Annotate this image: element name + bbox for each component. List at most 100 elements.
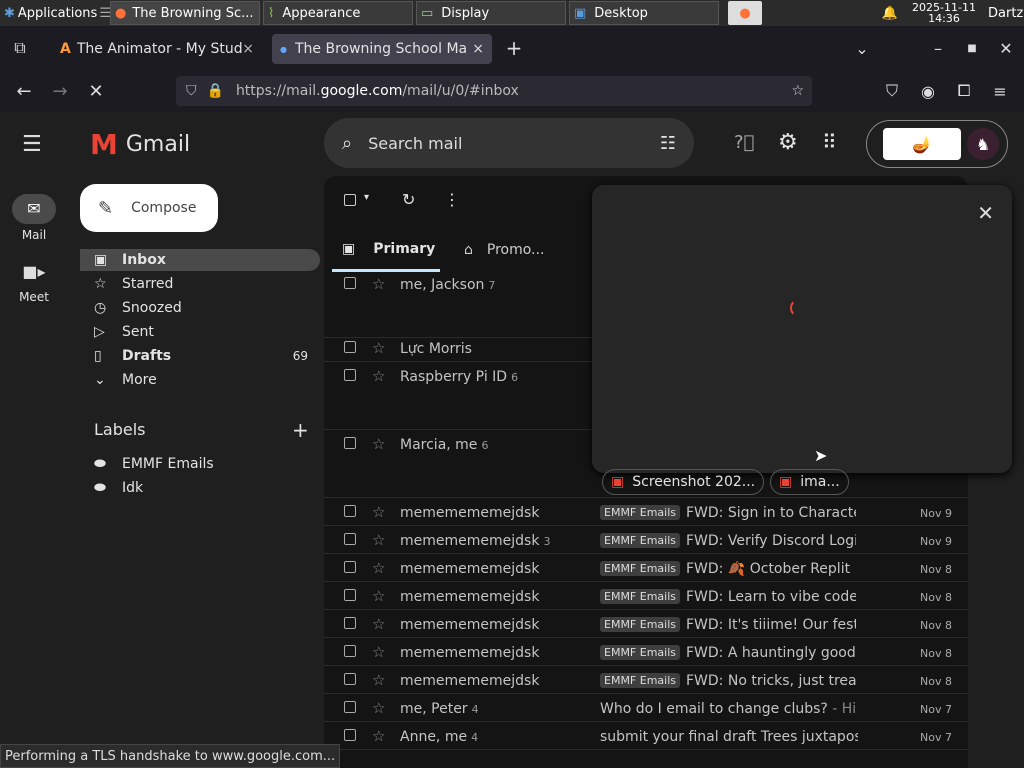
search-options-icon[interactable]: ☷ <box>660 133 676 154</box>
table-row[interactable]: ☆ mememememejdsk EMMF Emails FWD: 🍂 October… <box>324 554 968 582</box>
forward-icon[interactable]: → <box>46 77 74 105</box>
menu-icon[interactable]: ≡ <box>986 77 1014 105</box>
task-desktop[interactable]: ▣ Desktop <box>569 1 719 25</box>
select-all-checkbox[interactable] <box>344 194 356 206</box>
task-appearance[interactable]: ⌇ Appearance <box>263 1 413 25</box>
attachment-chip-screenshot[interactable]: ▣ Screenshot 202... <box>602 469 765 495</box>
row-checkbox[interactable] <box>344 673 356 685</box>
rail-mail[interactable]: ✉ Mail <box>12 194 56 242</box>
minimize-icon[interactable]: – <box>924 34 952 62</box>
settings-gear-icon[interactable]: ⚙ <box>778 130 798 155</box>
table-row[interactable]: ☆ mememememejdsk 3 EMMF Emails FWD: Verify D… <box>324 526 968 554</box>
task-browning[interactable]: ● The Browning Sc... <box>110 1 260 25</box>
nav-snoozed[interactable]: ◷ Snoozed <box>80 297 320 319</box>
table-row[interactable]: ☆ mememememejdsk EMMF Emails FWD: Learn to … <box>324 582 968 610</box>
close-tab-icon[interactable]: × <box>472 41 484 57</box>
label-badge[interactable]: EMMF Emails <box>600 645 681 660</box>
refresh-icon[interactable]: ↻ <box>402 190 415 209</box>
label-badge[interactable]: EMMF Emails <box>600 561 681 576</box>
add-label-icon[interactable]: + <box>292 418 309 442</box>
table-row[interactable]: ☆ mememememejdsk EMMF Emails FWD: Sign in t… <box>324 498 968 526</box>
label-emmf[interactable]: ⬬ EMMF Emails <box>80 453 320 475</box>
star-icon[interactable]: ☆ <box>372 643 385 661</box>
attachment-chip-image[interactable]: ▣ ima... <box>770 469 849 495</box>
hamburger-menu-icon[interactable]: ☰ <box>22 132 42 157</box>
table-row[interactable]: ☆ me, Peter 4 Who do I email to change club… <box>324 694 968 722</box>
tab-primary[interactable]: ▣ Primary <box>332 228 440 272</box>
close-tab-icon[interactable]: × <box>242 41 254 57</box>
tab-promotions[interactable]: ⌂ Promo... <box>464 228 544 272</box>
row-checkbox[interactable] <box>344 729 356 741</box>
table-row[interactable]: ☆ mememememejdsk EMMF Emails FWD: No tricks… <box>324 666 968 694</box>
star-icon[interactable]: ☆ <box>372 615 385 633</box>
label-badge[interactable]: EMMF Emails <box>600 505 681 520</box>
nav-sent[interactable]: ▷ Sent <box>80 321 320 343</box>
nav-inbox[interactable]: ▣ Inbox <box>80 249 320 271</box>
label-badge[interactable]: EMMF Emails <box>600 533 681 548</box>
label-badge[interactable]: EMMF Emails <box>600 589 681 604</box>
tab-overflow-chevron-icon[interactable]: ⌄ <box>848 34 876 62</box>
row-checkbox[interactable] <box>344 561 356 573</box>
row-checkbox[interactable] <box>344 617 356 629</box>
label-badge[interactable]: EMMF Emails <box>600 673 681 688</box>
tab-list-icon[interactable]: ⧉ <box>6 34 34 62</box>
user-name[interactable]: Dartz <box>984 1 1024 25</box>
compose-button[interactable]: ✎ Compose <box>80 184 218 232</box>
close-icon[interactable]: ✕ <box>977 201 994 225</box>
applications-menu[interactable]: ✱ Applications ☰ <box>0 1 110 25</box>
extensions-icon[interactable]: ⧠ <box>950 77 978 105</box>
star-icon[interactable]: ☆ <box>372 671 385 689</box>
row-checkbox[interactable] <box>344 341 356 353</box>
clock[interactable]: 2025-11-11 14:36 <box>904 2 984 24</box>
maximize-icon[interactable]: ■ <box>958 34 986 62</box>
notification-bell-icon[interactable]: 🔔 <box>876 1 904 25</box>
table-row[interactable]: ☆ mememememejdsk EMMF Emails FWD: A hauntin… <box>324 638 968 666</box>
table-row[interactable]: ☆ Anne, me 4 submit your final draft Trees … <box>324 722 968 750</box>
nav-starred[interactable]: ☆ Starred <box>80 273 320 295</box>
close-window-icon[interactable]: ✕ <box>992 34 1020 62</box>
table-row[interactable]: ☆ mememememejdsk EMMF Emails FWD: It's tiii… <box>324 610 968 638</box>
rail-meet[interactable]: ■▸ Meet <box>12 262 56 304</box>
select-dropdown-icon[interactable]: ▾ <box>364 192 369 203</box>
star-icon[interactable]: ☆ <box>372 275 385 293</box>
row-checkbox[interactable] <box>344 369 356 381</box>
label-idk[interactable]: ⬬ Idk <box>80 477 320 499</box>
nav-more[interactable]: ⌄ More <box>80 369 320 391</box>
star-icon[interactable]: ☆ <box>372 587 385 605</box>
star-icon[interactable]: ☆ <box>372 503 385 521</box>
more-vert-icon[interactable]: ⋮ <box>444 190 460 209</box>
url-bar[interactable]: ⛉ 🔒 https://mail.google.com/mail/u/0/#in… <box>176 76 812 106</box>
help-icon[interactable]: ?⃝ <box>734 132 754 153</box>
apps-grid-icon[interactable]: ⠿ <box>822 130 837 154</box>
nav-drafts[interactable]: ▯ Drafts 69 <box>80 345 320 367</box>
star-icon[interactable]: ☆ <box>372 559 385 577</box>
firefox-launcher[interactable]: ● <box>728 1 762 25</box>
star-icon[interactable]: ☆ <box>372 339 385 357</box>
star-icon[interactable]: ☆ <box>372 699 385 717</box>
row-checkbox[interactable] <box>344 437 356 449</box>
bookmark-star-icon[interactable]: ☆ <box>791 83 804 99</box>
pocket-icon[interactable]: ⛉ <box>878 77 906 105</box>
search-icon[interactable]: ⌕ <box>342 133 352 154</box>
row-checkbox[interactable] <box>344 589 356 601</box>
account-switcher[interactable]: 🪔 ♞ <box>866 120 1008 168</box>
row-checkbox[interactable] <box>344 645 356 657</box>
star-icon[interactable]: ☆ <box>372 435 385 453</box>
label-badge[interactable]: EMMF Emails <box>600 617 681 632</box>
tab-browning[interactable]: ● The Browning School Ma × <box>272 34 492 64</box>
task-display[interactable]: ▭ Display <box>416 1 566 25</box>
back-icon[interactable]: ← <box>10 77 38 105</box>
gmail-logo[interactable]: M Gmail <box>90 128 190 161</box>
row-checkbox[interactable] <box>344 505 356 517</box>
row-checkbox[interactable] <box>344 701 356 713</box>
account-icon[interactable]: ◉ <box>914 77 942 105</box>
stop-icon[interactable]: ✕ <box>82 77 110 105</box>
star-icon[interactable]: ☆ <box>372 367 385 385</box>
search-bar[interactable]: ⌕ Search mail ☷ <box>324 118 694 168</box>
tab-animator[interactable]: A The Animator - My Studio × <box>52 34 262 64</box>
row-checkbox[interactable] <box>344 277 356 289</box>
star-icon[interactable]: ☆ <box>372 727 385 745</box>
new-tab-icon[interactable]: + <box>500 34 528 62</box>
row-checkbox[interactable] <box>344 533 356 545</box>
star-icon[interactable]: ☆ <box>372 531 385 549</box>
